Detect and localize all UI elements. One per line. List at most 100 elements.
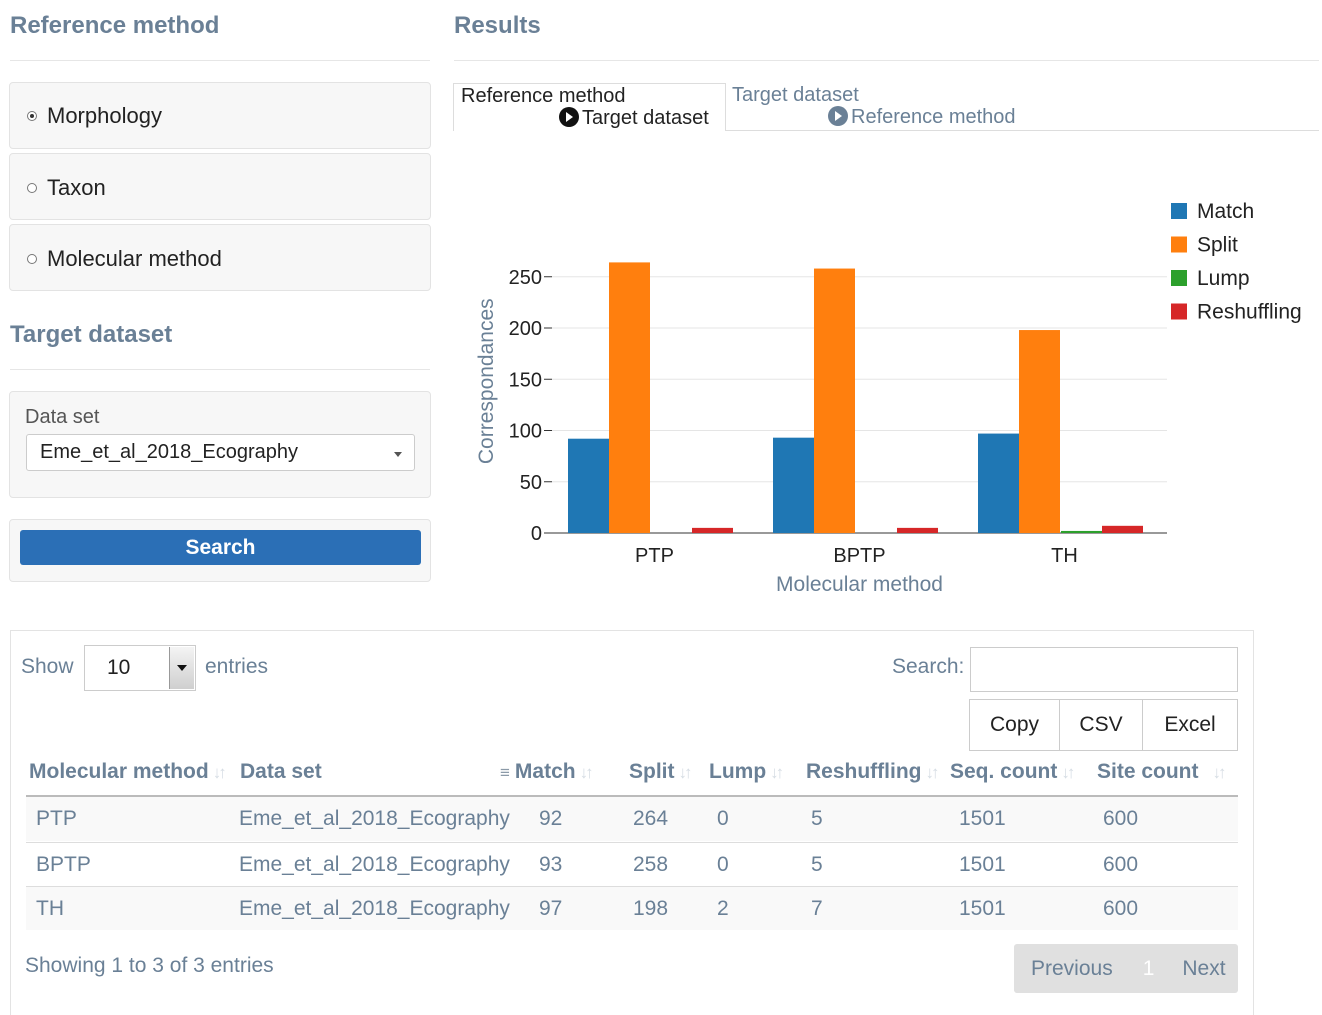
radio-morphology[interactable] bbox=[27, 111, 37, 121]
csv-button[interactable]: CSV bbox=[1059, 699, 1143, 751]
cell-lump: 2 bbox=[717, 897, 729, 920]
excel-button[interactable]: Excel bbox=[1142, 699, 1238, 751]
cell-split: 264 bbox=[633, 807, 669, 830]
sort-icon: ↓↑ bbox=[212, 763, 227, 782]
cell-dataset: Eme_et_al_2018_Ecography bbox=[239, 853, 510, 876]
legend-swatch-lump bbox=[1171, 270, 1187, 286]
legend-label: Reshuffling bbox=[1197, 301, 1302, 324]
col-label: Site count bbox=[1097, 760, 1199, 783]
col-label: Reshuffling bbox=[806, 760, 922, 783]
col-match[interactable]: ≡ Match ↓↑ bbox=[500, 760, 594, 784]
dataset-panel: Data set Eme_et_al_2018_Ecography bbox=[9, 391, 431, 498]
y-axis-label: Correspondances bbox=[475, 298, 498, 464]
tab-target-vs-reference[interactable]: Target dataset Reference method bbox=[726, 84, 1046, 130]
tab-line2: Reference method bbox=[851, 106, 1016, 128]
option-molecular-method[interactable]: Molecular method bbox=[9, 224, 431, 291]
cell-method: PTP bbox=[36, 807, 77, 830]
previous-button[interactable]: Previous bbox=[1031, 957, 1113, 981]
cell-split: 198 bbox=[633, 897, 669, 920]
radio-molecular-method[interactable] bbox=[27, 254, 37, 264]
bar-reshuffling-bptp bbox=[897, 527, 938, 533]
sort-icon: ↓↑ bbox=[925, 763, 940, 782]
entries-select[interactable]: 10 bbox=[84, 645, 196, 691]
copy-button[interactable]: Copy bbox=[969, 699, 1060, 751]
legend-label: Lump bbox=[1197, 267, 1250, 290]
col-label: Lump bbox=[709, 760, 767, 783]
pagination: Previous 1 Next bbox=[1014, 944, 1238, 993]
bar-split-ptp bbox=[609, 262, 650, 533]
option-label: Taxon bbox=[47, 175, 106, 200]
radio-taxon[interactable] bbox=[27, 183, 37, 193]
bar-chart: 0 50 100 150 200 250 PTP BPTP TH Molecular method… bbox=[475, 200, 1302, 596]
table-row[interactable]: BPTP Eme_et_al_2018_Ecography 93 258 0 5… bbox=[26, 842, 1238, 886]
y-tick-label: 150 bbox=[509, 369, 542, 391]
cell-reshuffling: 7 bbox=[811, 897, 823, 920]
col-reshuffling[interactable]: Reshuffling ↓↑ bbox=[806, 760, 940, 784]
col-lump[interactable]: Lump ↓↑ bbox=[709, 760, 784, 784]
cell-reshuffling: 5 bbox=[811, 807, 823, 830]
col-label: Seq. count bbox=[950, 760, 1058, 783]
sort-asc-icon: ≡ bbox=[500, 763, 510, 782]
x-tick-label: PTP bbox=[635, 545, 674, 567]
col-seq-count[interactable]: Seq. count ↓↑ bbox=[950, 760, 1075, 784]
chart-panel: 0 50 100 150 200 250 PTP BPTP TH Molecular method… bbox=[463, 142, 1306, 618]
tab-line2: Target dataset bbox=[582, 107, 709, 129]
x-axis-label: Molecular method bbox=[776, 573, 943, 596]
entries-select-value: 10 bbox=[107, 656, 131, 679]
search-button[interactable]: Search bbox=[20, 530, 421, 565]
cell-dataset: Eme_et_al_2018_Ecography bbox=[239, 897, 510, 920]
cell-site-count: 600 bbox=[1103, 897, 1139, 920]
sort-icon: ↓↑ bbox=[579, 763, 594, 782]
col-site-count[interactable]: Site count ↓↑ bbox=[1097, 760, 1227, 784]
dropdown-button[interactable] bbox=[169, 647, 194, 689]
dataset-select-value: Eme_et_al_2018_Ecography bbox=[40, 441, 298, 463]
show-label: Show bbox=[21, 655, 74, 678]
reference-method-heading: Reference method bbox=[10, 12, 220, 39]
cell-match: 93 bbox=[539, 853, 563, 876]
cell-site-count: 600 bbox=[1103, 853, 1139, 876]
chevron-down-icon bbox=[394, 452, 402, 457]
entries-label: entries bbox=[205, 655, 269, 678]
sort-icon: ↓↑ bbox=[770, 763, 784, 782]
cell-seq-count: 1501 bbox=[959, 853, 1006, 876]
x-tick-label: BPTP bbox=[833, 545, 885, 567]
bar-match-ptp bbox=[568, 438, 609, 533]
legend-label: Split bbox=[1197, 234, 1238, 257]
next-button[interactable]: Next bbox=[1182, 957, 1225, 981]
divider bbox=[454, 60, 1319, 61]
tab-line1: Target dataset bbox=[732, 84, 859, 106]
option-taxon[interactable]: Taxon bbox=[9, 153, 431, 220]
divider bbox=[10, 60, 430, 61]
y-tick-label: 50 bbox=[520, 472, 542, 494]
table-row[interactable]: TH Eme_et_al_2018_Ecography 97 198 2 7 1… bbox=[26, 886, 1238, 930]
cell-lump: 0 bbox=[717, 853, 729, 876]
divider bbox=[10, 369, 430, 370]
col-split[interactable]: Split ↓↑ bbox=[629, 760, 693, 784]
col-molecular-method[interactable]: Molecular method ↓↑ bbox=[29, 760, 227, 784]
search-panel: Search bbox=[9, 519, 431, 582]
sort-icon: ↓↑ bbox=[1212, 763, 1227, 782]
bar-split-th bbox=[1019, 330, 1060, 533]
cell-match: 92 bbox=[539, 807, 563, 830]
bar-match-th bbox=[978, 433, 1019, 533]
dataset-select[interactable]: Eme_et_al_2018_Ecography bbox=[26, 434, 415, 471]
dataset-label: Data set bbox=[25, 406, 100, 428]
y-tick-label: 100 bbox=[509, 421, 542, 443]
page-1-button[interactable]: 1 bbox=[1143, 957, 1155, 981]
table-row[interactable]: PTP Eme_et_al_2018_Ecography 92 264 0 5 … bbox=[26, 797, 1238, 841]
cell-seq-count: 1501 bbox=[959, 897, 1006, 920]
option-morphology[interactable]: Morphology bbox=[9, 82, 431, 149]
bar-reshuffling-ptp bbox=[692, 527, 733, 533]
bar-match-bptp bbox=[773, 437, 814, 533]
col-label: Molecular method bbox=[29, 760, 209, 783]
cell-method: TH bbox=[36, 897, 64, 920]
bar-split-bptp bbox=[814, 268, 855, 533]
tab-reference-vs-target[interactable]: Reference method Target dataset bbox=[453, 83, 726, 131]
table-search-input[interactable] bbox=[970, 647, 1238, 692]
col-label: Split bbox=[629, 760, 675, 783]
cell-site-count: 600 bbox=[1103, 807, 1139, 830]
tab-line1: Reference method bbox=[461, 85, 626, 107]
cell-lump: 0 bbox=[717, 807, 729, 830]
table-info: Showing 1 to 3 of 3 entries bbox=[25, 954, 274, 977]
col-data-set[interactable]: Data set bbox=[240, 760, 322, 784]
